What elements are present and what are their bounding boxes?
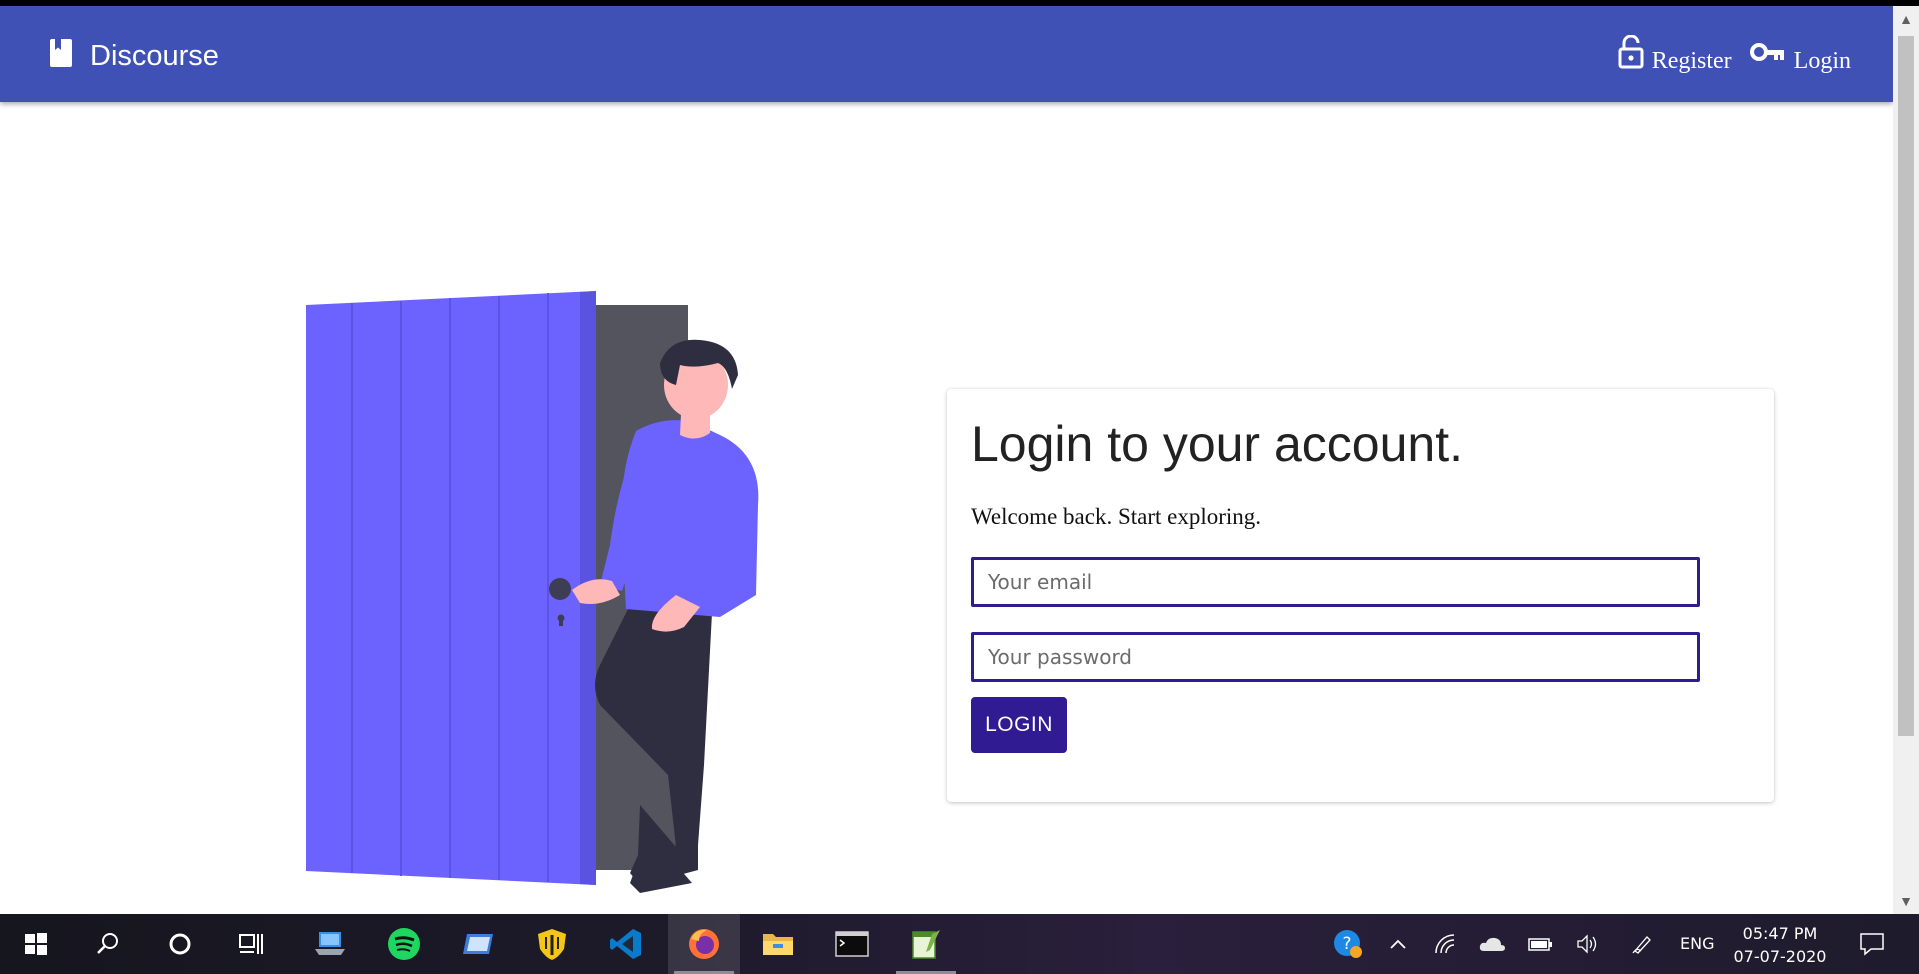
page-scrollbar[interactable]: ▲ ▼ [1893,6,1919,914]
email-field[interactable] [971,557,1700,607]
notepad-icon[interactable] [890,914,962,974]
nav-links: Register Login [1600,34,1851,75]
onedrive-cloud-icon[interactable] [1474,914,1510,974]
file-explorer-icon[interactable] [742,914,814,974]
password-field[interactable] [971,632,1700,682]
scroll-up-arrow-icon[interactable]: ▲ [1893,6,1919,32]
help-icon[interactable]: ? [1328,914,1368,974]
person-opening-door-illustration [300,285,770,895]
terminal-icon[interactable] [816,914,888,974]
taskbar-clock[interactable]: 05:47 PM 07-07-2020 [1725,922,1835,968]
cortana-icon[interactable] [144,914,216,974]
clock-time: 05:47 PM [1742,924,1818,943]
scroll-thumb[interactable] [1898,36,1914,736]
vscode-icon[interactable] [590,914,662,974]
register-label: Register [1651,48,1732,74]
top-navbar: Discourse Register Login [0,6,1893,102]
brand[interactable]: Discourse [48,32,219,73]
scroll-down-arrow-icon[interactable]: ▼ [1893,888,1919,914]
login-title: Login to your account. [971,416,1463,472]
firefox-icon[interactable] [668,914,740,974]
language-indicator[interactable]: ENG [1680,934,1714,953]
show-hidden-icons-chevron-icon[interactable] [1380,914,1416,974]
login-link[interactable]: Login [1749,34,1851,75]
key-icon [1749,40,1786,69]
pen-workspace-icon[interactable] [1624,914,1660,974]
spotify-icon[interactable] [368,914,440,974]
notifications-icon[interactable] [1850,914,1894,974]
windows-start-icon[interactable] [0,914,72,974]
volume-icon[interactable] [1570,914,1606,974]
search-icon[interactable] [72,914,144,974]
lock-open-icon [1618,34,1644,74]
login-button[interactable]: LOGIN [971,697,1067,753]
brand-name: Discourse [90,40,219,72]
login-subtitle: Welcome back. Start exploring. [971,504,1262,529]
task-view-icon[interactable] [216,914,288,974]
clock-date: 07-07-2020 [1733,947,1827,966]
register-link[interactable]: Register [1618,34,1732,75]
this-pc-icon[interactable] [294,914,366,974]
security-app-icon[interactable] [516,914,588,974]
windows-taskbar: ? ENG 05:47 PM 07-07-2020 [0,914,1919,974]
login-label: Login [1793,48,1851,74]
bookmark-book-icon [48,38,74,68]
wifi-icon[interactable] [1428,914,1464,974]
news-app-icon[interactable] [442,914,514,974]
battery-charging-icon[interactable] [1522,914,1558,974]
login-card: Login to your account. Welcome back. Sta… [947,389,1774,802]
